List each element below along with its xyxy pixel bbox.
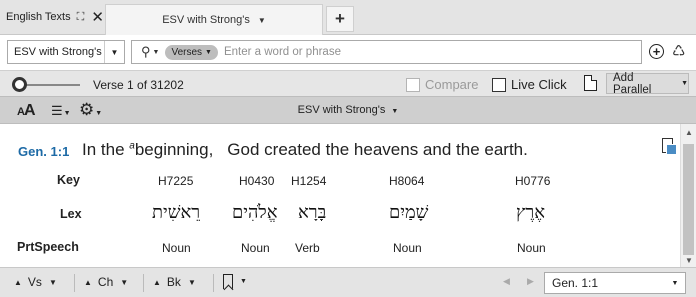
bookmark-icon[interactable]: [223, 274, 233, 289]
strongs-key[interactable]: H1254: [291, 174, 326, 188]
part-of-speech: Noun: [517, 241, 546, 255]
part-of-speech: Verb: [295, 241, 320, 255]
scrollbar-thumb[interactable]: [683, 144, 694, 255]
row-label-prtspeech: PrtSpeech: [17, 240, 79, 254]
chevron-down-icon[interactable]: ▼: [240, 278, 247, 285]
row-label-lex: Lex: [60, 207, 82, 221]
reference-select[interactable]: Gen. 1:1 ▼: [544, 272, 686, 294]
separator: [213, 274, 214, 292]
search-box[interactable]: ⚲ ▼ Verses ▼: [131, 40, 642, 64]
plus-circle-icon[interactable]: +: [649, 44, 664, 59]
chevron-down-icon[interactable]: ▼: [188, 278, 196, 287]
scroll-down-icon[interactable]: ▼: [685, 256, 693, 265]
compare-checkbox: [406, 77, 420, 92]
reference-select-value: Gen. 1:1: [552, 276, 599, 290]
magnifier-icon[interactable]: ⚲: [141, 44, 151, 60]
part-of-speech: Noun: [162, 241, 191, 255]
hebrew-lexeme[interactable]: שָׁמַיִם: [389, 202, 428, 223]
live-click-label: Live Click: [511, 77, 567, 92]
add-parallel-label: Add Parallel: [613, 71, 652, 96]
chapter-nav-button[interactable]: ▲ Ch ▼: [84, 275, 128, 289]
chevron-down-icon[interactable]: ▼: [120, 278, 128, 287]
bottom-nav-bar: ▲ Vs ▼ ▲ Ch ▼ ▲ Bk ▼ ▼ ◀ ▶ Gen. 1:1 ▼: [0, 267, 696, 297]
row-label-key: Key: [57, 173, 80, 187]
strongs-key[interactable]: H0430: [239, 174, 274, 188]
back-arrow-icon[interactable]: ◀: [503, 276, 510, 287]
hebrew-lexeme[interactable]: בָּרָא: [298, 202, 326, 223]
strongs-key[interactable]: H0776: [515, 174, 550, 188]
vertical-scrollbar[interactable]: ▲ ▼: [680, 124, 696, 267]
scroll-up-icon[interactable]: ▲: [685, 128, 693, 137]
hebrew-lexeme[interactable]: אֶרֶץ: [516, 202, 545, 223]
recycle-icon[interactable]: ♺: [672, 42, 685, 60]
version-select-label: ESV with Strong's: [14, 46, 102, 58]
verse-slider-track[interactable]: [20, 84, 80, 86]
search-input[interactable]: [223, 42, 641, 62]
scope-pill[interactable]: Verses ▼: [165, 44, 218, 60]
strongs-key[interactable]: H7225: [158, 174, 193, 188]
expand-icon[interactable]: ⛶: [77, 11, 85, 24]
chevron-down-icon[interactable]: ▼: [153, 49, 160, 56]
chevron-down-icon[interactable]: ▼: [258, 16, 266, 25]
tab-english-texts-label: English Texts: [6, 11, 71, 23]
chevron-down-icon[interactable]: ▼: [104, 41, 124, 63]
chevron-down-icon: ▼: [205, 48, 212, 56]
verse-reference[interactable]: Gen. 1:1: [18, 144, 69, 159]
chevron-down-icon: ▼: [391, 108, 399, 115]
version-select[interactable]: ESV with Strong's ▼: [7, 40, 125, 64]
verse-counter: Verse 1 of 31202: [93, 78, 184, 92]
hebrew-lexeme[interactable]: רֵאשִׁית: [152, 202, 200, 223]
verse-nav-button[interactable]: ▲ Vs ▼: [14, 275, 57, 289]
add-tab-button[interactable]: +: [326, 6, 354, 32]
compare-label: Compare: [425, 77, 479, 92]
chevron-up-icon[interactable]: ▲: [84, 278, 92, 287]
live-click-checkbox[interactable]: [492, 77, 506, 92]
chevron-up-icon[interactable]: ▲: [14, 278, 22, 287]
document-layout-icon[interactable]: [584, 75, 597, 91]
compare-toggle: Compare: [406, 77, 478, 92]
live-click-toggle[interactable]: Live Click: [492, 77, 567, 92]
part-of-speech: Noun: [241, 241, 270, 255]
scope-pill-label: Verses: [171, 46, 203, 58]
panel-title-label: ESV with Strong's: [297, 104, 386, 116]
search-bar: ESV with Strong's ▼ ⚲ ▼ Verses ▼ + ♺: [0, 35, 696, 70]
verse-slider-thumb[interactable]: [12, 77, 27, 92]
separator: [143, 274, 144, 292]
tab-strip: English Texts ⛶ ✕ ESV with Strong's ▼ +: [0, 0, 696, 35]
chapter-nav-label: Ch: [97, 275, 114, 289]
hebrew-lexeme[interactable]: אֱלֹהִים: [232, 202, 278, 223]
part-of-speech: Noun: [393, 241, 422, 255]
verse-text: In the abeginning, God created the heaven…: [82, 140, 528, 159]
tab-english-texts[interactable]: English Texts ⛶ ✕: [0, 0, 104, 34]
tab-esv-label: ESV with Strong's: [162, 14, 250, 26]
verse-nav-label: Vs: [27, 275, 42, 289]
verse-nav-bar: Verse 1 of 31202 Compare Live Click Add …: [0, 70, 696, 96]
bible-content: Gen. 1:1 In the abeginning, God created t…: [0, 124, 680, 267]
book-nav-label: Bk: [166, 275, 181, 289]
chevron-down-icon[interactable]: ▼: [49, 278, 57, 287]
tab-esv[interactable]: ESV with Strong's ▼: [105, 4, 323, 35]
strongs-key[interactable]: H8064: [389, 174, 424, 188]
separator: [74, 274, 75, 292]
book-nav-button[interactable]: ▲ Bk ▼: [153, 275, 196, 289]
panel-title[interactable]: ESV with Strong's ▼: [0, 104, 696, 116]
add-parallel-button[interactable]: Add Parallel ▼: [606, 71, 689, 96]
forward-arrow-icon[interactable]: ▶: [527, 276, 534, 287]
close-icon[interactable]: ✕: [91, 8, 104, 26]
chevron-down-icon: ▼: [681, 80, 688, 87]
panel-toolbar: AA ☰▼ ⚙▼ ESV with Strong's ▼: [0, 96, 696, 124]
chevron-down-icon[interactable]: ▼: [665, 280, 685, 287]
chevron-up-icon[interactable]: ▲: [153, 278, 161, 287]
document-icon[interactable]: [662, 138, 677, 155]
